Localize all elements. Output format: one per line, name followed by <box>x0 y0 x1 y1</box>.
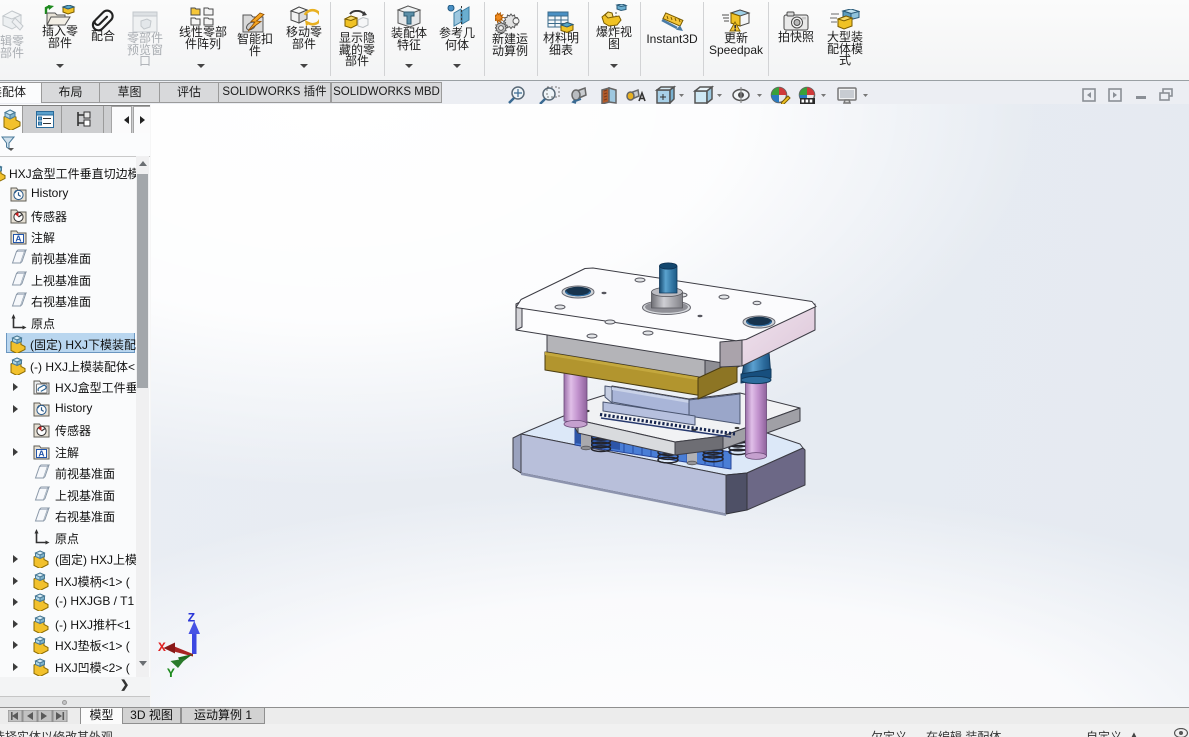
svg-text:Z: Z <box>188 611 196 626</box>
svg-text:A: A <box>38 448 44 458</box>
svg-text:X: X <box>158 640 166 655</box>
svg-text:Y: Y <box>167 666 175 681</box>
svg-text:A: A <box>15 233 21 243</box>
